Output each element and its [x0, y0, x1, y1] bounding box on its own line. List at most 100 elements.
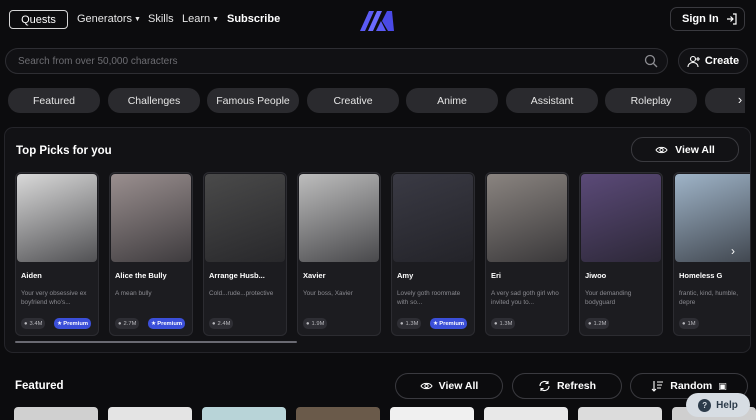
category-challenges[interactable]: Challenges	[108, 88, 200, 113]
skills-link[interactable]: Skills	[148, 13, 174, 25]
featured-carousel	[14, 407, 756, 420]
featured-card-thumbnail[interactable]	[390, 407, 474, 420]
chat-count-badge: ● 2.4M	[209, 318, 234, 329]
character-name: Jiwoo	[585, 271, 607, 280]
premium-badge: ★ Premium	[54, 318, 92, 329]
category-famous-people[interactable]: Famous People	[207, 88, 299, 113]
character-description: A mean bully	[115, 290, 152, 297]
category-pills: Featured Challenges Famous People Creati…	[0, 88, 756, 114]
featured-card-thumbnail[interactable]	[484, 407, 568, 420]
character-name: Amy	[397, 271, 414, 280]
character-avatar	[581, 174, 661, 262]
search-input[interactable]	[18, 54, 618, 69]
character-card[interactable]: Amy Lovely goth roommate with so... ● 1.3M ★…	[391, 172, 475, 336]
category-featured[interactable]: Featured	[8, 88, 100, 113]
chat-count-badge: ● 1.9M	[303, 318, 328, 329]
chat-count: 1.3M	[405, 320, 419, 327]
character-carousel: Aiden Your very obsessive ex boyfriend wh…	[15, 172, 750, 338]
star-icon: ★	[151, 320, 157, 327]
character-card[interactable]: Xavier Your boss, Xavier ● 1.9M	[297, 172, 381, 336]
premium-badge: ★ Premium	[430, 318, 468, 329]
view-all-button[interactable]: View All	[631, 137, 739, 162]
help-button[interactable]: ? Help	[686, 393, 750, 417]
chat-count-badge: ● 3.4M	[21, 318, 46, 329]
character-avatar	[111, 174, 191, 262]
chat-count: 2.7M	[123, 320, 137, 327]
generators-label: Generators	[77, 13, 133, 25]
logo-icon[interactable]	[360, 9, 394, 31]
premium-label: Premium	[63, 320, 89, 327]
chevron-down-icon: ▼	[134, 16, 141, 23]
category-assistant[interactable]: Assistant	[506, 88, 598, 113]
featured-title: Featured	[15, 380, 64, 392]
character-name: Eri	[491, 271, 502, 280]
chat-count: 2.4M	[217, 320, 231, 327]
featured-card-thumbnail[interactable]	[108, 407, 192, 420]
chat-count: 1.9M	[311, 320, 325, 327]
eye-icon	[655, 146, 668, 153]
character-description: Lovely goth roommate with so...	[397, 290, 461, 306]
subscribe-link[interactable]: Subscribe	[227, 13, 280, 25]
character-name: Xavier	[303, 271, 326, 280]
sort-icon	[651, 381, 664, 392]
character-card[interactable]: Alice the Bully A mean bully ● 2.7M ★ Premium	[109, 172, 193, 336]
chat-count-badge: ● 1.3M	[491, 318, 516, 329]
top-picks-panel: Top Picks for you View All Aiden Your ver…	[4, 127, 751, 353]
category-roleplay[interactable]: Roleplay	[605, 88, 697, 113]
carousel-scrollbar[interactable]	[15, 341, 297, 343]
chat-count: 1M	[687, 320, 696, 327]
character-description: frantic, kind, humble, depre	[679, 290, 738, 306]
generators-menu[interactable]: Generators ▼	[77, 13, 141, 25]
character-avatar	[487, 174, 567, 262]
featured-view-all-button[interactable]: View All	[395, 373, 503, 399]
featured-card-thumbnail[interactable]	[578, 407, 662, 420]
top-nav: Quests Generators ▼ Skills Learn ▼ Subscri…	[0, 0, 756, 40]
chevron-right-icon[interactable]: ›	[723, 241, 743, 261]
question-icon: ?	[698, 398, 712, 412]
search-icon[interactable]	[644, 54, 658, 68]
chat-count-badge: ● 1.2M	[585, 318, 610, 329]
chat-icon: ●	[588, 320, 592, 327]
character-description: Cold...rude...protective	[209, 290, 274, 297]
sign-in-label: Sign In	[682, 13, 719, 25]
character-card[interactable]: Aiden Your very obsessive ex boyfriend wh…	[15, 172, 99, 336]
featured-card-thumbnail[interactable]	[296, 407, 380, 420]
character-name: Alice the Bully	[115, 271, 167, 280]
premium-badge: ★ Premium	[148, 318, 186, 329]
create-label: Create	[704, 55, 740, 67]
character-avatar	[299, 174, 379, 262]
chevron-down-icon: ▼	[212, 16, 220, 23]
search-bar	[5, 48, 668, 74]
create-button[interactable]: Create	[678, 48, 748, 74]
chat-icon: ●	[212, 320, 216, 327]
view-all-label: View All	[675, 143, 715, 156]
featured-card-thumbnail[interactable]	[14, 407, 98, 420]
chat-count-badge: ● 1.3M	[397, 318, 422, 329]
chat-icon: ●	[24, 320, 28, 327]
quests-button[interactable]: Quests	[9, 10, 68, 29]
character-name: Aiden	[21, 271, 42, 280]
chat-icon: ●	[494, 320, 498, 327]
character-avatar	[393, 174, 473, 262]
character-avatar	[205, 174, 285, 262]
category-anime[interactable]: Anime	[406, 88, 498, 113]
character-card[interactable]: Arrange Husb... Cold...rude...protective ●…	[203, 172, 287, 336]
character-card[interactable]: Eri A very sad goth girl who invited you …	[485, 172, 569, 336]
premium-label: Premium	[157, 320, 183, 327]
chat-count-badge: ● 1M	[679, 318, 699, 329]
featured-card-thumbnail[interactable]	[202, 407, 286, 420]
chat-count: 3.4M	[29, 320, 43, 327]
refresh-button[interactable]: Refresh	[512, 373, 622, 399]
character-description: Your demanding bodyguard	[585, 290, 632, 306]
chat-count: 1.2M	[593, 320, 607, 327]
sign-in-button[interactable]: Sign In	[670, 7, 745, 31]
character-name: Homeless G	[679, 271, 723, 280]
character-name: Arrange Husb...	[209, 271, 265, 280]
chat-icon: ●	[306, 320, 310, 327]
chevron-right-icon[interactable]: ›	[733, 93, 747, 107]
help-label: Help	[716, 399, 738, 411]
character-card[interactable]: Jiwoo Your demanding bodyguard ● 1.2M	[579, 172, 663, 336]
learn-menu[interactable]: Learn ▼	[182, 13, 219, 25]
category-creative[interactable]: Creative	[307, 88, 399, 113]
learn-label: Learn	[182, 13, 211, 25]
